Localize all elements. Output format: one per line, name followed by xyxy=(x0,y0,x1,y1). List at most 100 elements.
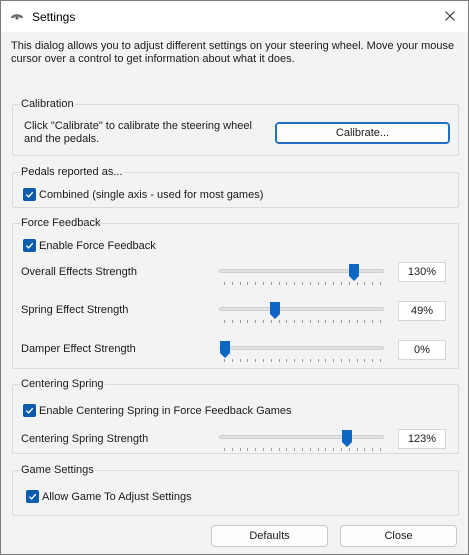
damper-strength-label: Damper Effect Strength xyxy=(21,343,136,355)
defaults-button[interactable]: Defaults xyxy=(211,525,328,547)
slider-tick xyxy=(239,448,241,451)
slider-tick xyxy=(294,448,296,451)
slider-tick xyxy=(325,320,327,323)
enable-centering-checkbox[interactable] xyxy=(23,404,36,417)
slider-tick xyxy=(255,448,257,451)
slider-tick xyxy=(263,448,264,451)
close-icon xyxy=(445,11,455,21)
slider-thumb[interactable] xyxy=(219,340,231,359)
enable-centering-checkbox-row[interactable]: Enable Centering Spring in Force Feedbac… xyxy=(23,404,292,417)
slider-tick xyxy=(255,320,257,323)
slider-tick xyxy=(247,448,249,451)
slider-ticks xyxy=(224,282,381,286)
settings-dialog: Settings This dialog allows you to adjus… xyxy=(0,0,469,555)
slider-tick xyxy=(364,359,366,362)
slider-tick xyxy=(372,448,374,451)
slider-tick xyxy=(302,320,303,323)
enable-ffb-label: Enable Force Feedback xyxy=(39,239,156,252)
slider-tick xyxy=(333,282,335,285)
spring-strength-label: Spring Effect Strength xyxy=(21,304,129,316)
calibrate-button[interactable]: Calibrate... xyxy=(275,122,450,144)
slider-tick xyxy=(224,448,225,451)
game-settings-group-title: Game Settings xyxy=(20,463,95,477)
close-button[interactable]: Close xyxy=(340,525,457,547)
slider-tick xyxy=(364,320,366,323)
allow-game-checkbox[interactable] xyxy=(26,490,39,503)
allow-game-checkbox-row[interactable]: Allow Game To Adjust Settings xyxy=(26,490,192,503)
slider-tick xyxy=(341,359,342,362)
slider-tick xyxy=(333,320,335,323)
slider-tick xyxy=(348,448,350,451)
enable-centering-label: Enable Centering Spring in Force Feedbac… xyxy=(39,404,292,417)
slider-tick xyxy=(278,282,280,285)
spring-strength-value: 49% xyxy=(398,301,446,321)
slider-ticks xyxy=(224,448,381,452)
checkmark-icon xyxy=(25,407,34,414)
slider-thumb[interactable] xyxy=(348,263,360,282)
checkmark-icon xyxy=(28,493,37,500)
slider-tick xyxy=(263,320,264,323)
enable-ffb-checkbox-row[interactable]: Enable Force Feedback xyxy=(23,239,156,252)
overall-strength-value: 130% xyxy=(398,262,446,282)
slider-tick xyxy=(356,448,358,451)
slider-tick xyxy=(239,282,241,285)
slider-tick xyxy=(317,320,319,323)
slider-tick xyxy=(356,282,358,285)
centering-strength-slider[interactable] xyxy=(219,430,384,456)
slider-tick xyxy=(255,359,257,362)
slider-tick xyxy=(294,320,296,323)
intro-text: This dialog allows you to adjust differe… xyxy=(11,40,455,65)
slider-tick xyxy=(286,448,288,451)
pedals-group: Pedals reported as... Combined (single a… xyxy=(12,165,459,208)
slider-tick xyxy=(231,320,233,323)
force-feedback-group-title: Force Feedback xyxy=(20,216,102,230)
calibration-text: Click "Calibrate" to calibrate the steer… xyxy=(24,120,252,145)
slider-tick xyxy=(380,320,381,323)
slider-tick xyxy=(372,282,374,285)
calibration-group: Calibration Click "Calibrate" to calibra… xyxy=(12,97,459,156)
overall-strength-slider[interactable] xyxy=(219,264,384,290)
slider-tick xyxy=(317,359,319,362)
window-title: Settings xyxy=(32,10,76,24)
slider-tick xyxy=(302,282,303,285)
force-feedback-group: Force Feedback Enable Force Feedback Ove… xyxy=(12,216,459,369)
slider-tick xyxy=(317,282,319,285)
slider-tick xyxy=(302,359,303,362)
slider-tick xyxy=(294,282,296,285)
slider-tick xyxy=(380,359,381,362)
damper-strength-slider[interactable] xyxy=(219,341,384,367)
slider-track[interactable] xyxy=(219,435,384,439)
slider-tick xyxy=(247,320,249,323)
slider-tick xyxy=(333,448,335,451)
close-window-button[interactable] xyxy=(436,4,464,28)
slider-tick xyxy=(247,359,249,362)
slider-tick xyxy=(364,282,366,285)
slider-tick xyxy=(325,359,327,362)
slider-tick xyxy=(356,359,358,362)
slider-thumb[interactable] xyxy=(269,301,281,320)
slider-tick xyxy=(348,359,350,362)
checkmark-icon xyxy=(25,191,34,198)
slider-tick xyxy=(263,282,264,285)
slider-track[interactable] xyxy=(219,346,384,350)
slider-thumb[interactable] xyxy=(341,429,353,448)
slider-tick xyxy=(309,282,311,285)
slider-tick xyxy=(231,282,233,285)
spring-strength-slider[interactable] xyxy=(219,302,384,328)
slider-tick xyxy=(278,320,280,323)
damper-strength-value: 0% xyxy=(398,340,446,360)
centering-spring-group: Centering Spring Enable Centering Spring… xyxy=(12,377,459,456)
overall-strength-label: Overall Effects Strength xyxy=(21,266,137,278)
slider-tick xyxy=(263,359,264,362)
slider-tick xyxy=(231,359,233,362)
calibration-group-title: Calibration xyxy=(20,97,75,111)
enable-ffb-checkbox[interactable] xyxy=(23,239,36,252)
combined-checkbox-row[interactable]: Combined (single axis - used for most ga… xyxy=(23,188,263,201)
combined-label: Combined (single axis - used for most ga… xyxy=(39,188,264,201)
combined-checkbox[interactable] xyxy=(23,188,36,201)
slider-tick xyxy=(309,320,311,323)
slider-tick xyxy=(341,282,342,285)
slider-tick xyxy=(309,448,311,451)
slider-tick xyxy=(333,359,335,362)
slider-track[interactable] xyxy=(219,307,384,311)
